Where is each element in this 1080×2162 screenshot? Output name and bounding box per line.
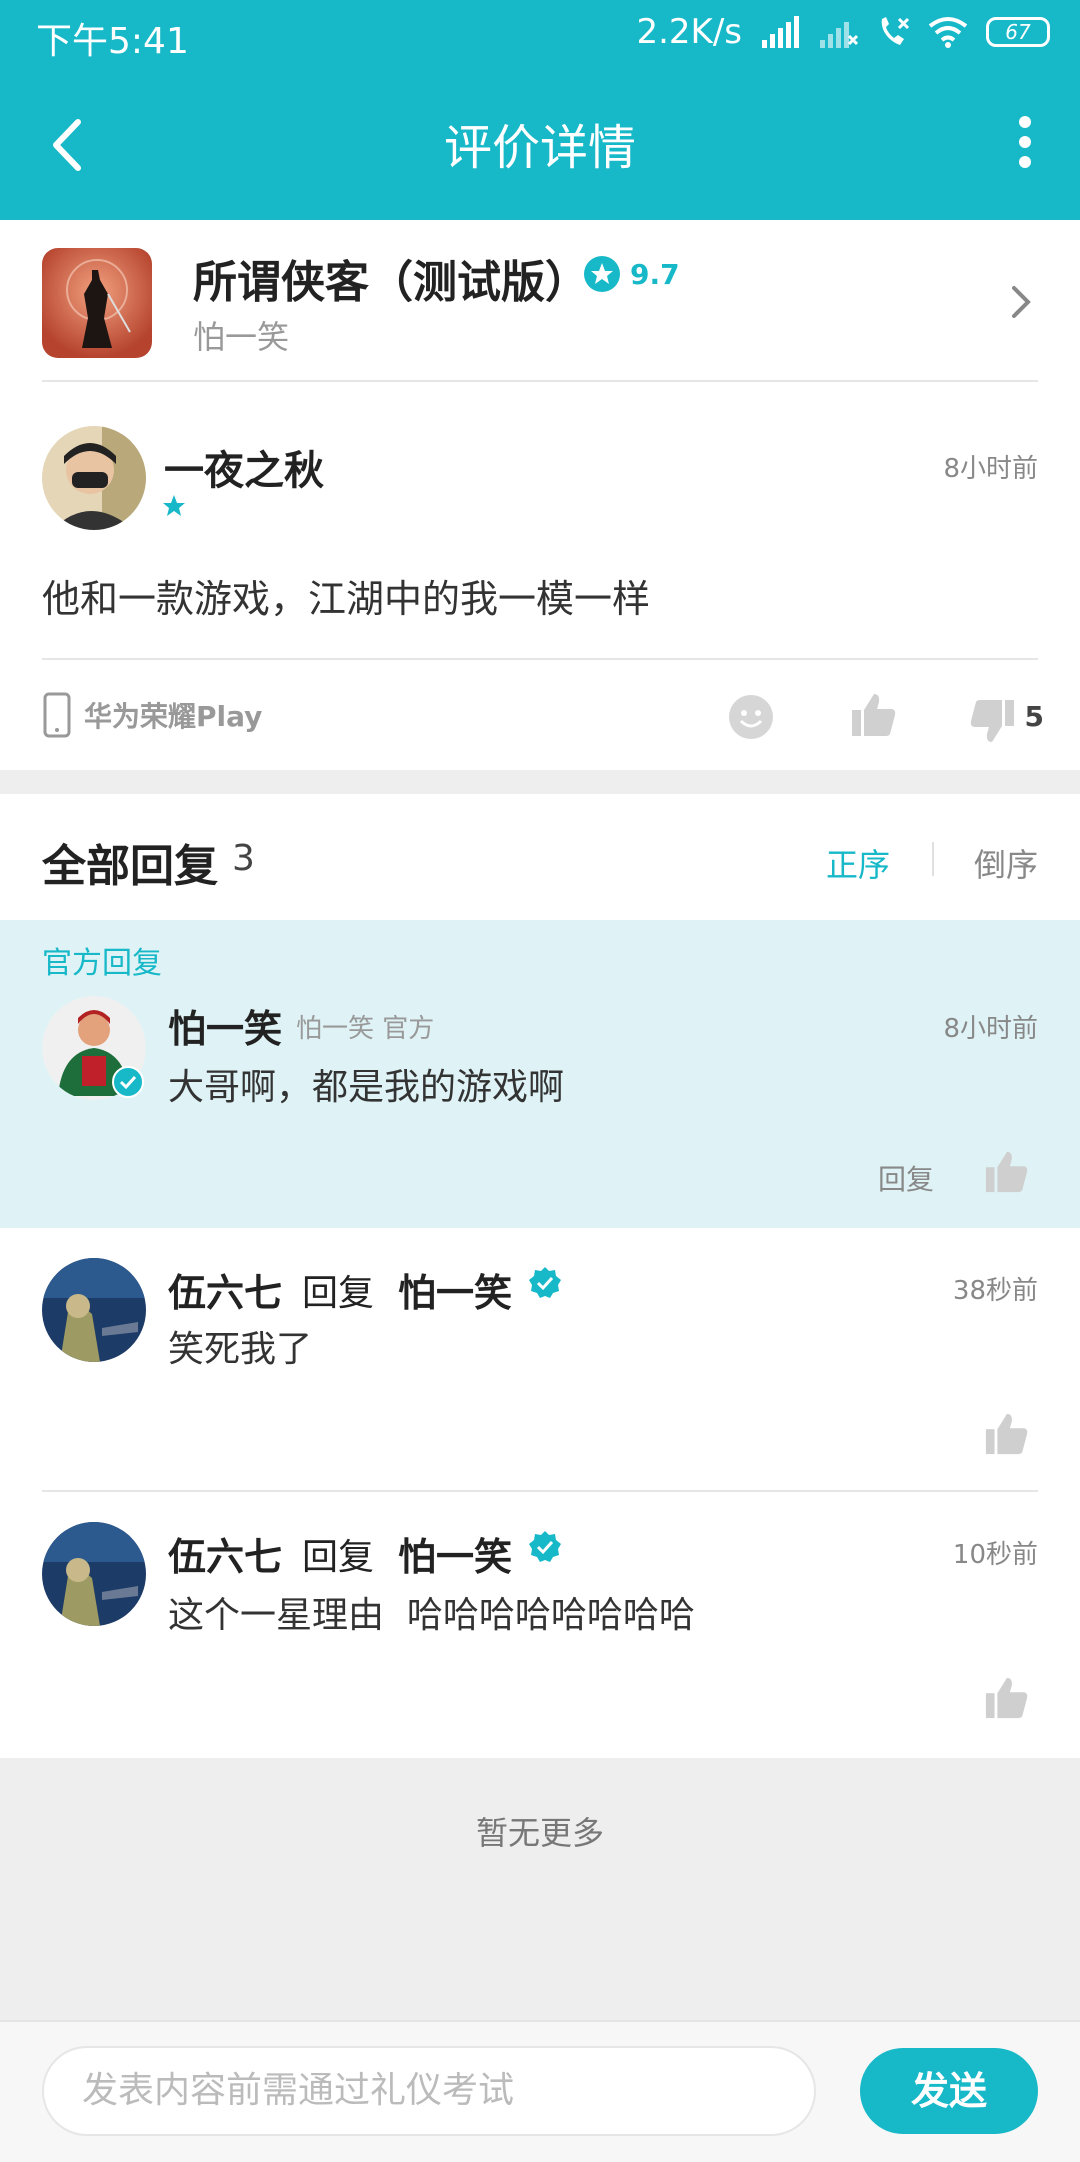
thumbs-up-icon[interactable] (850, 692, 896, 738)
wifi-icon (928, 17, 968, 48)
rating-value: 9.7 (630, 257, 680, 291)
app-developer: 怕一笑 (193, 318, 290, 356)
top-bar: 下午5:41 2.2K/s 67 评价详情 (0, 0, 1080, 220)
signal-off-icon (820, 22, 858, 48)
official-reply-content: 大哥啊，都是我的游戏啊 (168, 1067, 565, 1108)
reply-user[interactable]: 伍六七 (168, 1526, 282, 1581)
page-title: 评价详情 (443, 120, 636, 176)
reply-target[interactable]: 怕一笑 (398, 1526, 512, 1581)
sort-divider (932, 842, 934, 876)
chevron-right-icon[interactable] (1006, 282, 1036, 322)
status-icons: 2.2K/s 67 (636, 12, 1050, 52)
thumbs-up-icon[interactable] (984, 1150, 1028, 1194)
reply-word: 回复 (302, 1537, 375, 1578)
review-content: 他和一款游戏，江湖中的我一模一样 (42, 577, 651, 621)
official-reply-time: 8小时前 (943, 1014, 1038, 1044)
list-footer (0, 1758, 1080, 2020)
app-name: 所谓侠客（测试版） (193, 257, 589, 308)
official-reply-meta: 怕一笑 官方 (296, 1014, 435, 1044)
device-info: 华为荣耀Play (42, 692, 262, 738)
verified-icon (529, 1267, 561, 1298)
star-icon (163, 495, 185, 516)
thumbs-down-icon[interactable] (970, 698, 1016, 744)
reply-content: 这个一星理由 哈哈哈哈哈哈哈哈 (168, 1595, 695, 1636)
more-options-icon[interactable] (1000, 112, 1050, 172)
battery-level: 67 (1005, 20, 1031, 44)
divider (42, 1490, 1038, 1492)
reply-avatar[interactable] (42, 1522, 146, 1626)
net-speed: 2.2K/s (636, 12, 742, 52)
signal-icon (762, 16, 799, 48)
official-avatar[interactable] (42, 996, 146, 1100)
reply-user[interactable]: 伍六七 (168, 1262, 282, 1317)
phone-icon (43, 692, 71, 738)
section-gap (0, 770, 1080, 794)
reply-time: 10秒前 (952, 1540, 1038, 1570)
no-more-label: 暂无更多 (475, 1814, 604, 1852)
replies-title: 全部回复 (42, 841, 218, 892)
reply-button[interactable]: 回复 (878, 1158, 934, 1198)
reply-avatar[interactable] (42, 1258, 146, 1362)
reply-target[interactable]: 怕一笑 (398, 1262, 512, 1317)
reply-word: 回复 (302, 1273, 375, 1314)
verified-icon (112, 1066, 144, 1098)
sort-descending-tab[interactable]: 倒序 (974, 840, 1038, 886)
sort-ascending-tab[interactable]: 正序 (826, 840, 890, 886)
review-time: 8小时前 (943, 454, 1038, 484)
thumbs-up-icon[interactable] (984, 1676, 1028, 1720)
call-blocked-icon (881, 17, 910, 45)
reviewer-name[interactable]: 一夜之秋 (164, 438, 324, 496)
reviewer-avatar[interactable] (42, 426, 146, 530)
reply-content: 笑死我了 (168, 1329, 313, 1370)
emoji-icon[interactable] (728, 694, 774, 740)
status-time: 下午5:41 (36, 21, 189, 62)
divider (42, 658, 1038, 660)
verified-icon (529, 1531, 561, 1562)
rating-star-icon (584, 256, 620, 292)
official-reply-label: 官方回复 (42, 946, 162, 981)
reply-time: 38秒前 (952, 1276, 1038, 1306)
divider (42, 380, 1038, 382)
device-name: 华为荣耀Play (84, 700, 263, 733)
thumbs-up-icon[interactable] (984, 1412, 1028, 1456)
app-icon (42, 248, 152, 358)
send-button[interactable]: 发送 (860, 2048, 1038, 2134)
replies-count: 3 (232, 838, 255, 879)
app-rating: 9.7 (584, 256, 680, 292)
comment-input[interactable]: 发表内容前需通过礼仪考试 (42, 2046, 816, 2136)
official-reply-user[interactable]: 怕一笑 (168, 998, 282, 1053)
dislike-count: 5 (1024, 700, 1044, 733)
battery-icon: 67 (986, 17, 1050, 47)
